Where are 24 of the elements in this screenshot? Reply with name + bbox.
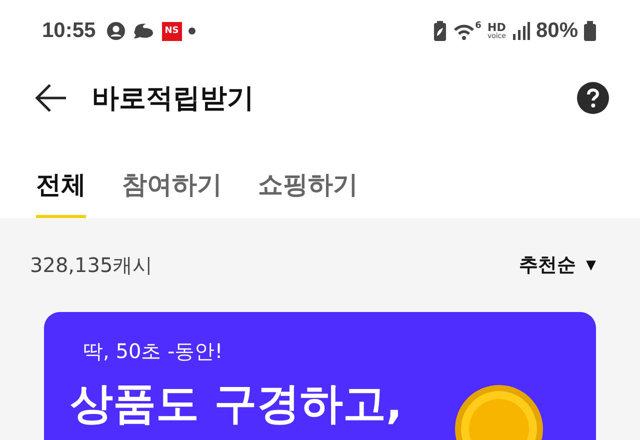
help-button[interactable]: [576, 81, 610, 115]
banner-subtitle: 딱, 50초 -동안!: [83, 338, 224, 365]
chat-bubble-icon: [132, 21, 156, 41]
app-badge: NS: [162, 22, 182, 40]
signal-icon: [512, 22, 530, 40]
battery-saver-icon: [433, 20, 448, 42]
question-mark-icon: [576, 81, 610, 115]
promo-banner[interactable]: 딱, 50초 -동안! 상품도 구경하고,: [44, 312, 596, 440]
wifi-band-label: 6: [475, 22, 482, 31]
page-title: 바로적립받기: [92, 82, 255, 116]
clock-time: 10:55: [42, 19, 96, 43]
back-arrow-icon: [34, 83, 68, 113]
hd-label: HD: [488, 22, 506, 33]
battery-percent: 80%: [536, 19, 578, 43]
sort-dropdown[interactable]: 추천순 ▼: [519, 252, 596, 278]
tab[interactable]: 참여하기: [122, 168, 222, 218]
banner-headline: 상품도 구경하고,: [70, 378, 402, 431]
tab[interactable]: 쇼핑하기: [258, 168, 358, 218]
person-icon: [106, 21, 126, 41]
notification-dot-icon: [188, 27, 196, 35]
back-button[interactable]: [34, 83, 68, 113]
battery-icon: [584, 21, 596, 41]
cash-balance: 328,135캐시: [30, 252, 153, 278]
wifi-icon: [453, 22, 476, 40]
